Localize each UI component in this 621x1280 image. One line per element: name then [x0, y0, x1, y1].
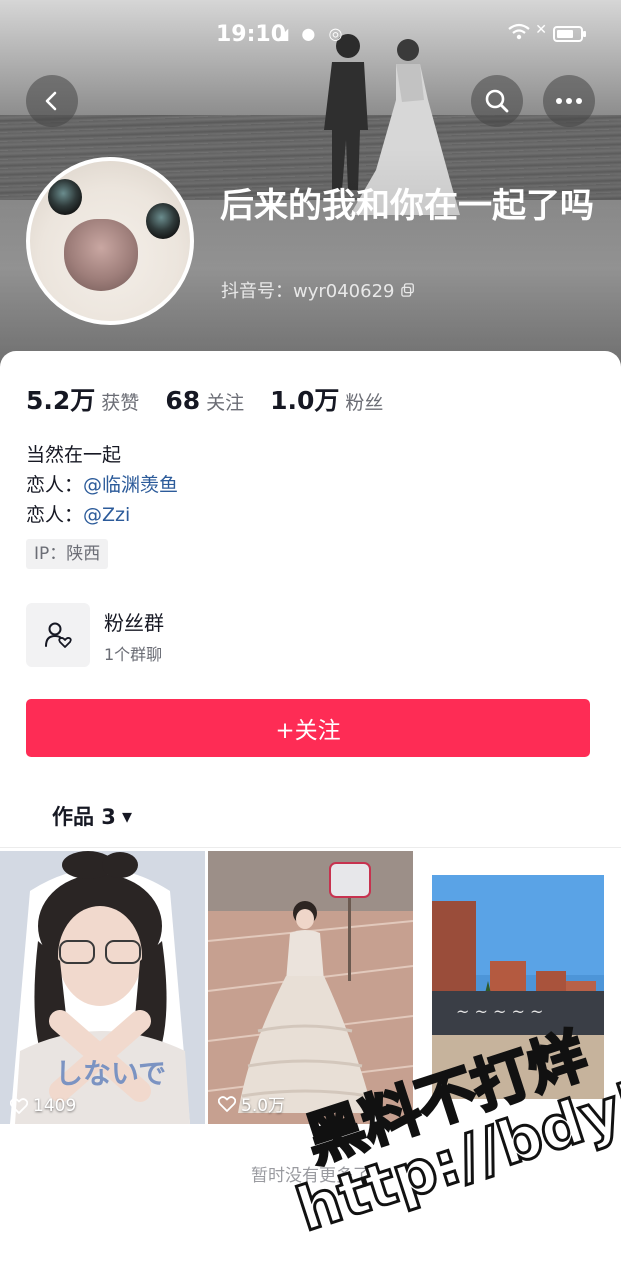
battery-icon	[553, 26, 586, 42]
back-button[interactable]	[26, 75, 78, 127]
signal-off-icon: ✕	[535, 22, 547, 38]
video-caption: しないで	[55, 1057, 166, 1090]
bio-line: 当然在一起	[26, 444, 122, 466]
status-bar: 19:10 ◢ ● ◎ ✕	[0, 0, 621, 72]
tab-works-label: 作品 3	[52, 805, 116, 829]
bio-prefix: 恋人：	[26, 504, 84, 526]
fan-group-title: 粉丝群	[104, 611, 164, 635]
video-likes: 1409	[10, 1096, 76, 1116]
stat-likes[interactable]: 5.2万 获赞	[26, 381, 139, 417]
mention-link[interactable]: @临渊羡鱼	[83, 474, 178, 496]
ip-location-tag: IP：陕西	[26, 539, 109, 569]
video-thumbnail[interactable]: しないで 1409	[0, 851, 205, 1124]
heart-outline-icon	[218, 1095, 236, 1112]
avatar-cat-nose	[64, 219, 138, 291]
bio-line: 恋人：@临渊羡鱼	[26, 470, 178, 500]
search-button[interactable]	[471, 75, 523, 127]
fan-group-entry[interactable]: 粉丝群 1个群聊	[26, 603, 596, 667]
stat-value: 1.0万	[270, 386, 340, 415]
stat-label: 获赞	[101, 392, 140, 414]
tab-divider	[0, 847, 621, 848]
fan-group-subtitle: 1个群聊	[104, 645, 163, 664]
bio-prefix: 恋人：	[26, 474, 84, 496]
mention-link[interactable]: @Zzi	[83, 504, 130, 526]
avatar-cat-eye	[146, 203, 180, 239]
video-likes-count: 1409	[33, 1096, 77, 1116]
stats-row: 5.2万 获赞 68 关注 1.0万 粉丝	[26, 381, 409, 417]
tab-works[interactable]: 作品 3 ▾	[52, 801, 132, 831]
stat-value: 68	[165, 386, 201, 415]
stat-label: 关注	[206, 392, 245, 414]
person-heart-icon	[45, 622, 72, 648]
profile-nickname: 后来的我和你在一起了吗	[220, 186, 594, 226]
chevron-left-icon	[45, 91, 57, 111]
more-button[interactable]	[543, 75, 595, 127]
stat-label: 粉丝	[345, 392, 384, 414]
more-dots-icon	[556, 98, 582, 104]
bio-line: 恋人：@Zzi	[26, 500, 178, 530]
status-icons: ◢ ● ◎	[276, 24, 347, 43]
stat-followers[interactable]: 1.0万 粉丝	[270, 381, 383, 417]
douyin-id-text: 抖音号：wyr040629	[221, 281, 395, 302]
stat-following[interactable]: 68 关注	[165, 386, 244, 415]
stat-value: 5.2万	[26, 386, 96, 415]
video-cover-girl-sticker: しないで	[0, 851, 205, 1124]
douyin-id[interactable]: 抖音号：wyr040629	[221, 277, 415, 303]
follow-button[interactable]: +关注	[26, 699, 590, 757]
avatar-cat-eye	[48, 179, 82, 215]
search-icon	[485, 89, 509, 113]
fan-group-icon-box	[26, 603, 90, 667]
caret-down-icon: ▾	[121, 804, 132, 828]
avatar[interactable]	[26, 157, 194, 325]
heart-outline-icon	[10, 1098, 28, 1114]
copy-icon[interactable]	[400, 283, 415, 297]
wifi-icon	[508, 23, 530, 40]
bio: 当然在一起 恋人：@临渊羡鱼 恋人：@Zzi	[26, 440, 178, 530]
